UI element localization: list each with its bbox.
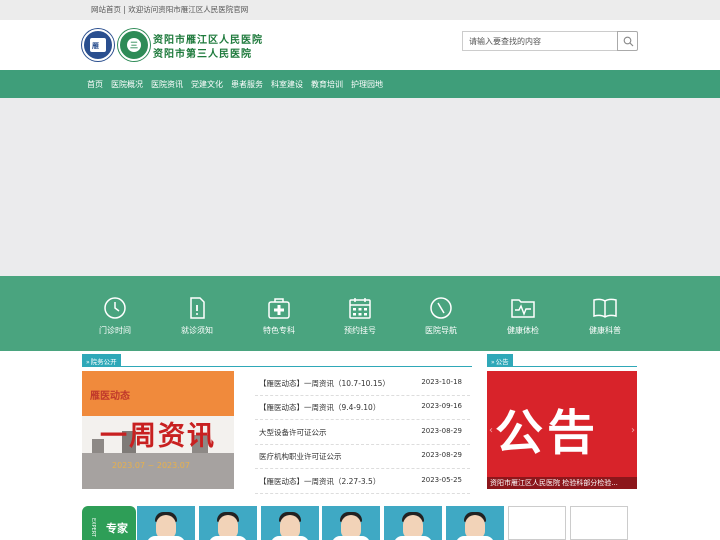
news-title: 医疗机构职业许可证公示 xyxy=(259,452,342,461)
news-item[interactable]: 大型设备许可证公示 2023-08-29 xyxy=(255,420,470,445)
document-icon xyxy=(190,297,205,319)
notice-tag-underline xyxy=(487,366,637,367)
notice-headline: 公告 xyxy=(495,405,600,461)
news-title: 【雁医动态】一周资讯（9.4-9.10） xyxy=(259,403,381,412)
news-item[interactable]: 【雁医动态】一周资讯（9.4-9.10） 2023-09-16 xyxy=(255,395,470,420)
search-input[interactable] xyxy=(462,31,617,51)
doctor-photo[interactable] xyxy=(137,506,195,540)
news-image-headline: 一周资讯 xyxy=(100,421,216,452)
news-featured-image[interactable]: 雁医动态 一周资讯 2023.07 ~ 2023.07 xyxy=(82,371,234,489)
notice-section-tag[interactable]: »公告 xyxy=(487,354,513,366)
double-chevron-icon: » xyxy=(86,359,90,366)
hospital-name-line-1: 资阳市雁江区人民医院 xyxy=(153,35,263,46)
nav-item-news[interactable]: 医院资讯 xyxy=(151,79,183,90)
logo-1-mark: 雁 xyxy=(92,42,99,50)
news-title: 大型设备许可证公示 xyxy=(259,428,327,437)
doctor-photo[interactable] xyxy=(199,506,257,540)
hospital-logo-2[interactable]: 三 xyxy=(118,29,150,61)
news-item[interactable]: 【雁医动态】一周资讯（10.7-10.15） 2023-10-18 xyxy=(255,371,470,396)
news-tag-underline xyxy=(82,366,472,367)
expert-label-cn: 专家 xyxy=(106,522,128,535)
news-item[interactable]: 医疗机构职业许可证公示 2023-08-29 xyxy=(255,444,470,469)
doctor-photo-placeholder[interactable] xyxy=(508,506,566,540)
welcome-text: 网站首页 | 欢迎访问资阳市雁江区人民医院官网 xyxy=(91,5,249,14)
doctor-photo[interactable] xyxy=(384,506,442,540)
medical-kit-icon xyxy=(268,298,290,319)
news-item[interactable]: 【雁医动态】一周资讯（2.27-3.5） 2023-05-25 xyxy=(255,469,470,494)
search-box xyxy=(462,31,638,51)
notice-banner[interactable]: 公告 ‹ › 资阳市雁江区人民医院 检验科部分检验... xyxy=(487,371,637,489)
nav-item-overview[interactable]: 医院概况 xyxy=(111,79,143,90)
search-icon xyxy=(623,36,634,47)
service-visit-notice[interactable]: 就诊须知 xyxy=(167,296,227,336)
book-icon xyxy=(593,298,617,318)
service-label: 就诊须知 xyxy=(181,326,213,335)
checkup-icon xyxy=(511,299,535,318)
nav-item-patient[interactable]: 患者服务 xyxy=(231,79,263,90)
service-label: 健康科普 xyxy=(589,326,621,335)
news-title: 【雁医动态】一周资讯（10.7-10.15） xyxy=(259,379,390,388)
top-bar: 网站首页 | 欢迎访问资阳市雁江区人民医院官网 xyxy=(0,0,720,20)
nav-item-education[interactable]: 教育培训 xyxy=(311,79,343,90)
service-checkup[interactable]: 健康体检 xyxy=(493,296,553,336)
hospital-name-line-2: 资阳市第三人民医院 xyxy=(153,49,252,60)
logo-2-mark: 三 xyxy=(130,41,138,50)
nav-item-departments[interactable]: 科室建设 xyxy=(271,79,303,90)
service-appointment[interactable]: 预约挂号 xyxy=(330,296,390,336)
compass-icon xyxy=(430,297,452,319)
service-bar: 门诊时间 就诊须知 特色专科 预约挂号 医院导航 健康体检 健康科普 xyxy=(0,276,720,351)
service-clinic-hours[interactable]: 门诊时间 xyxy=(85,296,145,336)
news-title: 【雁医动态】一周资讯（2.27-3.5） xyxy=(259,477,381,486)
service-health-education[interactable]: 健康科普 xyxy=(575,296,635,336)
service-label: 健康体检 xyxy=(507,326,539,335)
news-image-date: 2023.07 ~ 2023.07 xyxy=(112,461,190,470)
news-date: 2023-08-29 xyxy=(421,451,462,459)
chevron-right-icon[interactable]: › xyxy=(631,425,635,436)
calendar-icon xyxy=(349,298,371,319)
doctor-photo[interactable] xyxy=(446,506,504,540)
nav-item-nursing[interactable]: 护理园地 xyxy=(351,79,383,90)
service-label: 预约挂号 xyxy=(344,326,376,335)
news-date: 2023-10-18 xyxy=(421,378,462,386)
doctor-photo[interactable] xyxy=(322,506,380,540)
main-nav: 首页 医院概况 医院资讯 党建文化 患者服务 科室建设 教育培训 护理园地 xyxy=(0,70,720,98)
double-chevron-icon: » xyxy=(491,359,495,366)
service-label: 门诊时间 xyxy=(99,326,131,335)
service-specialty[interactable]: 特色专科 xyxy=(249,296,309,336)
notice-caption: 资阳市雁江区人民医院 检验科部分检验... xyxy=(487,477,637,489)
news-date: 2023-05-25 xyxy=(421,476,462,484)
clock-icon xyxy=(104,297,126,319)
doctor-photo-placeholder[interactable] xyxy=(570,506,628,540)
nav-item-party[interactable]: 党建文化 xyxy=(191,79,223,90)
news-image-title: 雁医动态 xyxy=(90,391,130,402)
nav-item-home[interactable]: 首页 xyxy=(87,79,103,90)
hospital-logo-1[interactable]: 雁 xyxy=(82,29,114,61)
banner-area xyxy=(0,98,720,276)
service-navigation[interactable]: 医院导航 xyxy=(411,296,471,336)
news-section-tag[interactable]: »院务公开 xyxy=(82,354,121,366)
expert-label-en: EXPERT xyxy=(90,518,96,537)
doctor-photo[interactable] xyxy=(261,506,319,540)
expert-section-tab[interactable]: EXPERT 专家 xyxy=(82,506,136,540)
search-button[interactable] xyxy=(617,31,638,51)
news-date: 2023-09-16 xyxy=(421,402,462,410)
service-label: 医院导航 xyxy=(425,326,457,335)
chevron-left-icon[interactable]: ‹ xyxy=(489,425,493,436)
service-label: 特色专科 xyxy=(263,326,295,335)
news-date: 2023-08-29 xyxy=(421,427,462,435)
